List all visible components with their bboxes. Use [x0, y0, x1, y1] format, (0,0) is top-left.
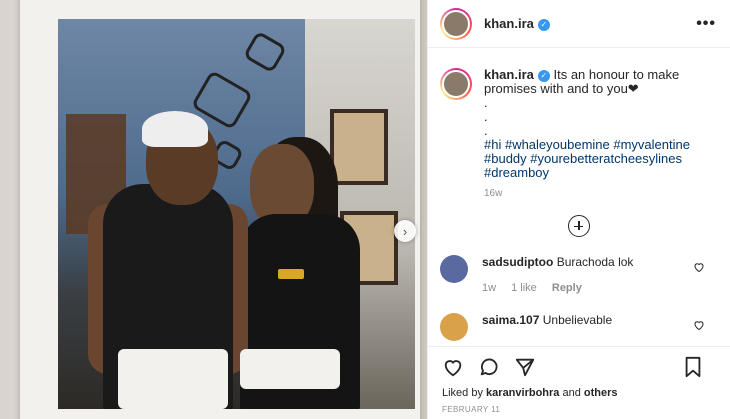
- comment: saima.107 Unbelievable: [440, 313, 717, 341]
- more-options-icon[interactable]: •••: [696, 15, 716, 33]
- caption: khan.ira ✓ Its an honour to make promises…: [440, 68, 717, 180]
- post-sidebar: khan.ira ✓ ••• khan.ira ✓ Its an honour to…: [427, 0, 730, 419]
- comment-text: Burachoda lok: [556, 255, 634, 269]
- wall-decor: [242, 30, 288, 74]
- shirt-logo: [278, 269, 304, 279]
- post-age: 16w: [484, 188, 503, 199]
- avatar[interactable]: [440, 313, 468, 341]
- avatar[interactable]: [440, 255, 468, 283]
- chevron-right-icon: ›: [402, 223, 408, 239]
- post-header: khan.ira ✓ •••: [428, 0, 730, 48]
- comment-username[interactable]: saima.107: [482, 313, 539, 327]
- load-more-comments-icon[interactable]: [567, 215, 590, 237]
- man-shorts: [118, 349, 228, 409]
- post-date: FEBRUARY 11: [442, 405, 501, 414]
- comments-section[interactable]: khan.ira ✓ Its an honour to make promises…: [428, 48, 730, 346]
- action-bar: [442, 355, 717, 379]
- next-image-button[interactable]: ›: [394, 220, 416, 242]
- post-footer: Liked by karanvirbohra and others FEBRUA…: [428, 346, 730, 419]
- comment-likes[interactable]: 1 like: [511, 282, 537, 294]
- wall-picture: [330, 109, 388, 185]
- hat: [142, 111, 208, 147]
- comment-username[interactable]: sadsudiptoo: [482, 255, 553, 269]
- likes-summary: Liked by karanvirbohra and others: [442, 387, 618, 399]
- caption-dot: .: [484, 95, 488, 110]
- polaroid-frame: [20, 0, 420, 419]
- liked-by-others[interactable]: others: [584, 387, 618, 399]
- woman-shorts: [240, 349, 340, 389]
- verified-icon: ✓: [537, 19, 550, 31]
- liked-by-user[interactable]: karanvirbohra: [486, 387, 559, 399]
- photo-scene: [58, 19, 415, 409]
- caption-username[interactable]: khan.ira: [484, 67, 534, 82]
- caption-dot: .: [484, 123, 488, 138]
- caption-dot: .: [484, 109, 488, 124]
- like-heart-icon[interactable]: [442, 356, 464, 378]
- post-image[interactable]: ›: [0, 0, 427, 419]
- caption-hashtags[interactable]: #hi #whaleyoubemine #myvalentine #buddy …: [484, 137, 690, 180]
- caption-avatar[interactable]: [440, 68, 472, 100]
- load-more: [440, 215, 717, 237]
- avatar[interactable]: [440, 7, 472, 40]
- share-send-icon[interactable]: [514, 356, 536, 378]
- comment: sadsudiptoo Burachoda lok 1w 1 like Repl…: [440, 255, 717, 295]
- reply-button[interactable]: Reply: [552, 282, 582, 294]
- heart-icon[interactable]: [693, 261, 705, 273]
- comment-time: 1w: [482, 282, 497, 294]
- bookmark-icon[interactable]: [683, 356, 703, 378]
- heart-icon[interactable]: [693, 319, 705, 331]
- header-username[interactable]: khan.ira ✓: [484, 16, 550, 31]
- comment-bubble-icon[interactable]: [478, 356, 500, 378]
- comment-text: Unbelievable: [542, 313, 613, 327]
